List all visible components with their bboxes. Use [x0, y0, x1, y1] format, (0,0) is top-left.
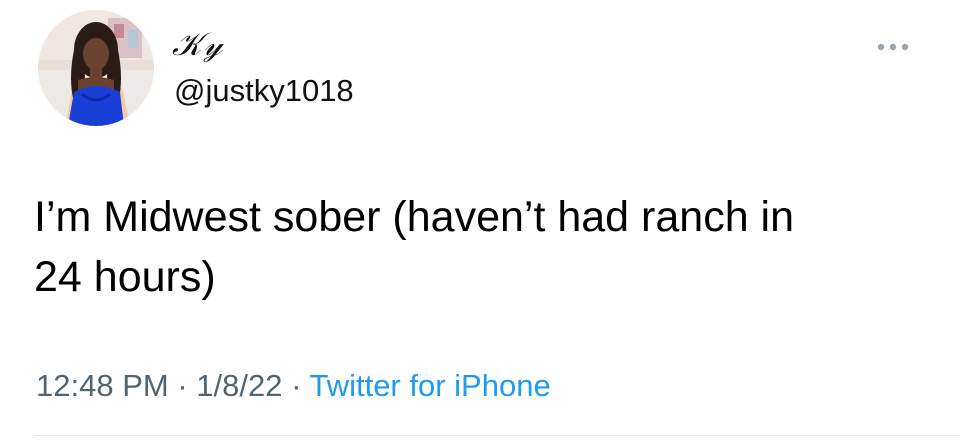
- avatar[interactable]: [38, 10, 154, 126]
- tweet-time[interactable]: 12:48 PM: [36, 368, 169, 403]
- divider: [34, 435, 960, 436]
- author-handle[interactable]: @justky1018: [174, 72, 354, 110]
- more-options-button[interactable]: [874, 34, 912, 60]
- tweet-metadata: 12:48 PM · 1/8/22 · Twitter for iPhone: [36, 366, 551, 406]
- tweet-text: I’m Midwest sober (haven’t had ranch in …: [34, 193, 795, 301]
- avatar-image: [38, 10, 154, 126]
- author-display-name[interactable]: 𝒦𝓎: [172, 24, 224, 64]
- tweet-date[interactable]: 1/8/22: [196, 368, 282, 403]
- meta-separator: ·: [168, 368, 197, 403]
- tweet-card: 𝒦𝓎 @justky1018 I’m Midwest sober (haven’…: [0, 0, 960, 440]
- meta-separator: ·: [282, 368, 310, 403]
- more-horizontal-icon: [877, 43, 909, 51]
- tweet-source-link[interactable]: Twitter for iPhone: [309, 368, 550, 403]
